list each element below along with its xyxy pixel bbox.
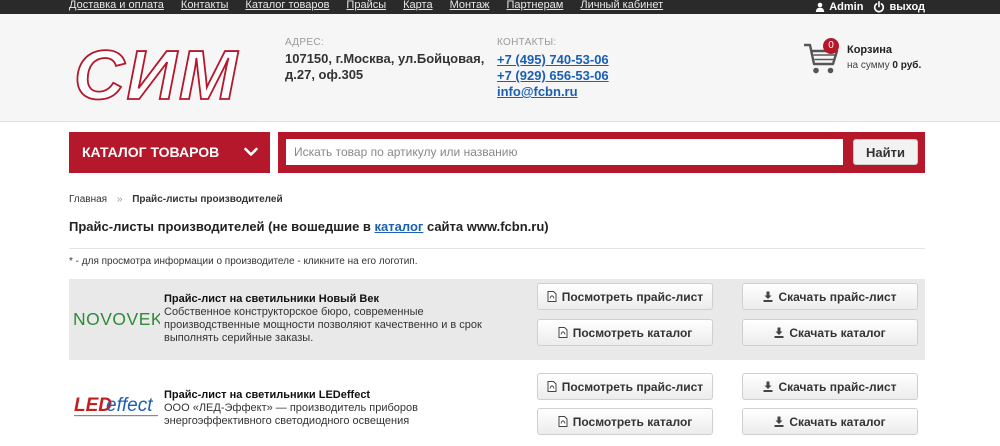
breadcrumb-current: Прайс-листы производителей [132,194,283,205]
cart-sum: на сумму 0 руб. [847,60,921,71]
phone-link-2[interactable]: +7 (929) 656-53-06 [497,68,609,84]
top-bar: Доставка и оплата Контакты Каталог товар… [0,0,1000,14]
site-logo[interactable]: СИМ [70,38,255,108]
breadcrumb: Главная » Прайс-листы производителей [69,194,283,205]
svg-text:effect: effect [106,395,153,416]
download-icon [763,381,773,392]
download-price-list-label: Скачать прайс-лист [778,379,897,394]
email-link[interactable]: info@fcbn.ru [497,84,609,100]
download-icon [774,416,784,427]
download-icon [774,327,784,338]
svg-text:NOVOVEK: NOVOVEK [73,309,160,329]
novovek-logo[interactable]: NOVOVEK [72,304,160,332]
top-nav-contacts-link[interactable]: Контакты [181,0,229,14]
top-nav-prices-link[interactable]: Прайсы [346,0,386,14]
contacts-label: КОНТАКТЫ: [497,37,557,48]
catalog-menu-label: КАТАЛОГ ТОВАРОВ [82,144,220,160]
cart-count-badge: 0 [823,38,839,54]
phone-link-1[interactable]: +7 (495) 740-53-06 [497,52,609,68]
download-icon [763,291,773,302]
page-note: * - для просмотра информации о производи… [69,256,418,267]
ledeffect-logo[interactable]: LED effect [72,392,160,420]
manufacturer-row: NOVOVEK Прайс-лист на светильники Новый … [69,279,925,360]
top-nav-delivery-link[interactable]: Доставка и оплата [69,0,164,14]
user-icon [816,2,825,12]
top-nav-map-link[interactable]: Карта [403,0,432,14]
manufacturer-name: Прайс-лист на светильники Новый Век [164,293,379,305]
download-price-list-button[interactable]: Скачать прайс-лист [742,373,918,400]
logout-link[interactable]: выход [873,0,925,13]
divider [69,248,925,249]
download-price-list-label: Скачать прайс-лист [778,289,897,304]
page-title-start: Прайс-листы производителей (не вошедшие … [69,219,375,234]
chevron-down-icon [244,147,258,156]
manufacturer-description: Собственное конструкторское бюро, соврем… [164,306,482,344]
cart-sum-prefix: на сумму [847,60,890,71]
download-catalog-button[interactable]: Скачать каталог [742,408,918,435]
catalog-menu-button[interactable]: КАТАЛОГ ТОВАРОВ [69,132,270,173]
top-nav-partners-link[interactable]: Партнерам [506,0,563,14]
top-nav-catalog-link[interactable]: Каталог товаров [245,0,329,14]
view-price-list-button[interactable]: Посмотреть прайс-лист [537,283,713,310]
cart-title[interactable]: Корзина [847,44,892,56]
download-catalog-label: Скачать каталог [789,325,886,340]
manufacturer-row: LED effect Прайс-лист на светильники LED… [69,368,925,446]
manufacturer-description: ООО «ЛЕД-Эффект» — производитель приборо… [164,402,418,427]
breadcrumb-separator: » [116,194,123,205]
site-header: СИМ АДРЕС: 107150, г.Москва, ул.Бойцовая… [0,14,1000,122]
manufacturer-name: Прайс-лист на светильники LEDeffect [164,389,371,401]
view-catalog-button[interactable]: Посмотреть каталог [537,408,713,435]
manufacturer-info: Прайс-лист на светильники LEDeffect ООО … [164,389,504,428]
address-label: АДРЕС: [285,37,324,48]
view-price-list-button[interactable]: Посмотреть прайс-лист [537,373,713,400]
pdf-file-icon [558,327,568,338]
top-nav-account-link[interactable]: Личный кабинет [580,0,663,14]
download-catalog-button[interactable]: Скачать каталог [742,319,918,346]
user-link[interactable]: Admin [815,0,864,13]
user-name: Admin [829,0,864,13]
view-catalog-label: Посмотреть каталог [572,325,693,340]
catalog-link[interactable]: каталог [375,219,424,234]
user-area: Admin выход [815,0,925,14]
download-catalog-label: Скачать каталог [789,414,886,429]
view-price-list-label: Посмотреть прайс-лист [561,289,704,304]
cart-sum-value: 0 руб. [892,60,922,71]
top-nav: Доставка и оплата Контакты Каталог товар… [69,0,680,14]
page-title-end: сайта www.fcbn.ru) [423,219,549,234]
address-text: 107150, г.Москва, ул.Бойцовая, д.27, оф.… [285,51,485,82]
view-catalog-button[interactable]: Посмотреть каталог [537,319,713,346]
top-nav-installation-link[interactable]: Монтаж [450,0,490,14]
page-title: Прайс-листы производителей (не вошедшие … [69,219,549,234]
view-price-list-label: Посмотреть прайс-лист [561,379,704,394]
pdf-file-icon [558,416,568,427]
search-bar: Найти [278,132,925,173]
view-catalog-label: Посмотреть каталог [572,414,693,429]
search-input[interactable] [286,139,843,165]
power-icon [874,0,885,12]
pdf-file-icon [547,381,557,392]
logout-label: выход [889,0,925,13]
search-button[interactable]: Найти [853,139,918,165]
contacts-list: +7 (495) 740-53-06 +7 (929) 656-53-06 in… [497,52,609,100]
manufacturer-info: Прайс-лист на светильники Новый Век Собс… [164,293,504,345]
pdf-file-icon [547,291,557,302]
breadcrumb-home[interactable]: Главная [69,194,107,205]
svg-text:СИМ: СИМ [74,38,239,108]
download-price-list-button[interactable]: Скачать прайс-лист [742,283,918,310]
